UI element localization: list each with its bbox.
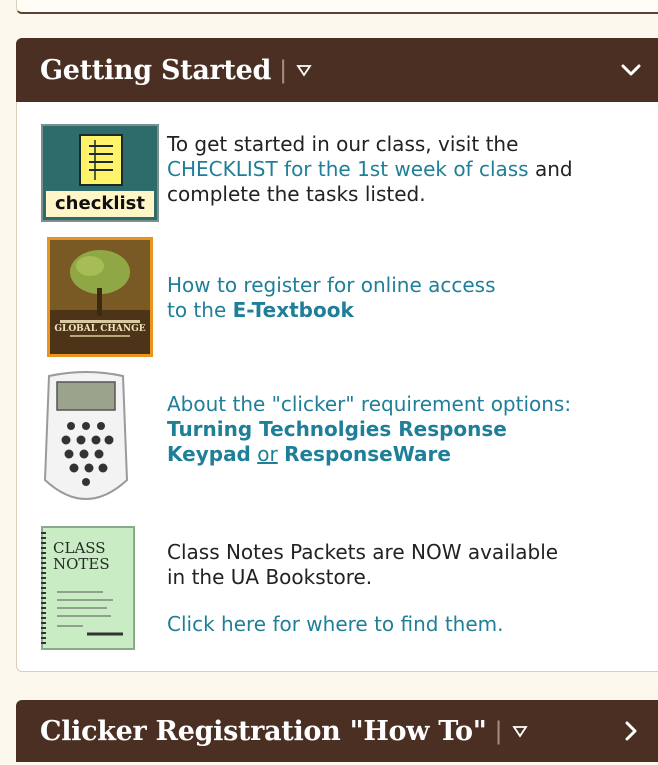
- class-notes-link[interactable]: Click here for where to find them.: [167, 612, 504, 636]
- responseware-link[interactable]: ResponseWare: [284, 442, 451, 466]
- dropdown-triangle-icon[interactable]: [295, 61, 313, 79]
- class-notes-description: Class Notes Packets are NOW available in…: [167, 540, 559, 589]
- checklist-thumb-label: checklist: [46, 191, 154, 217]
- checklist-text: To get started in our class, visit the C…: [167, 132, 587, 207]
- clicker-thumb-wrap: [41, 370, 159, 510]
- getting-started-title: Getting Started: [40, 54, 272, 86]
- etextbook-bold-link[interactable]: E-Textbook: [233, 298, 354, 322]
- class-notes-thumb-wrap: CLASS NOTES: [41, 526, 159, 650]
- clicker-registration-title: Clicker Registration "How To": [40, 715, 487, 747]
- textbook-cover-thumbnail[interactable]: GLOBAL CHANGE: [47, 237, 153, 357]
- or-text: or: [257, 442, 278, 466]
- list-item-class-notes: CLASS NOTES Class Notes Packets are NOW …: [41, 526, 577, 650]
- title-divider-2: |: [494, 717, 503, 745]
- list-item-checklist: checklist To get started in our class, v…: [41, 124, 587, 222]
- clicker-device-icon: [43, 371, 129, 500]
- textbook-cover-title: GLOBAL CHANGE: [54, 324, 146, 334]
- chevron-down-icon[interactable]: [618, 57, 644, 83]
- etextbook-text: How to register for online access to the…: [167, 273, 497, 323]
- getting-started-header[interactable]: Getting Started |: [16, 38, 658, 102]
- clicker-link[interactable]: About the "clicker" requirement options:: [167, 392, 571, 416]
- checklist-thumbnail[interactable]: checklist: [41, 124, 159, 222]
- class-notes-text: Class Notes Packets are NOW available in…: [167, 540, 577, 637]
- clicker-registration-module: Clicker Registration "How To" |: [16, 700, 658, 762]
- checklist-text-before: To get started in our class, visit the: [167, 132, 519, 156]
- clicker-text: About the "clicker" requirement options:…: [167, 392, 587, 467]
- list-item-clicker: About the "clicker" requirement options:…: [41, 370, 587, 510]
- etextbook-thumb-wrap: GLOBAL CHANGE: [41, 237, 159, 357]
- notes-lines-icon: [57, 591, 123, 636]
- clicker-keypad-thumbnail[interactable]: [41, 370, 131, 510]
- class-notes-thumb-title: CLASS NOTES: [53, 539, 110, 573]
- class-notes-thumbnail[interactable]: CLASS NOTES: [41, 526, 135, 650]
- title-divider: |: [279, 56, 288, 84]
- dropdown-triangle-icon-2[interactable]: [511, 722, 529, 740]
- previous-module-bottom: [16, 0, 658, 14]
- tree-icon: [50, 240, 150, 354]
- clicker-registration-header[interactable]: Clicker Registration "How To" |: [16, 700, 658, 762]
- page: Getting Started | checklist To get start…: [0, 0, 658, 765]
- checklist-document-icon: [79, 134, 123, 186]
- chevron-right-icon[interactable]: [618, 718, 644, 744]
- getting-started-body: checklist To get started in our class, v…: [16, 102, 658, 672]
- getting-started-module: Getting Started | checklist To get start…: [16, 38, 658, 672]
- checklist-link[interactable]: CHECKLIST for the 1st week of class: [167, 157, 529, 181]
- list-item-etextbook: GLOBAL CHANGE How to register for online…: [41, 237, 497, 357]
